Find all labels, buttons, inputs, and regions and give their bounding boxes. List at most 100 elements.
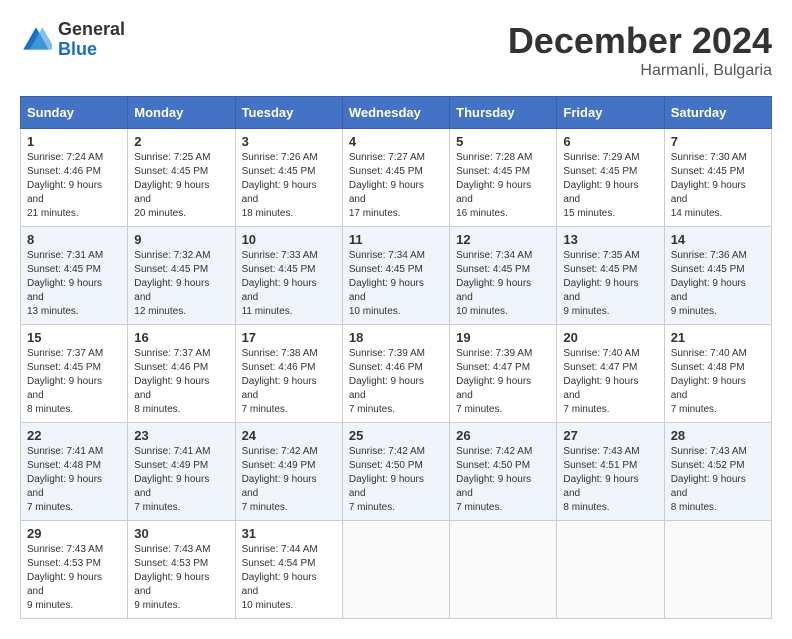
day-number: 2 — [134, 134, 228, 149]
calendar-week-row: 1 Sunrise: 7:24 AMSunset: 4:46 PMDaylight… — [21, 129, 772, 227]
calendar-cell: 6 Sunrise: 7:29 AMSunset: 4:45 PMDaylight… — [557, 129, 664, 227]
day-number: 6 — [563, 134, 657, 149]
day-info: Sunrise: 7:34 AMSunset: 4:45 PMDaylight:… — [349, 249, 443, 319]
calendar-cell: 26 Sunrise: 7:42 AMSunset: 4:50 PMDayligh… — [450, 423, 557, 521]
weekday-header: Sunday — [21, 97, 128, 129]
calendar-cell: 7Sunrise: 7:30 AMSunset: 4:45 PMDaylight… — [664, 129, 771, 227]
day-number: 4 — [349, 134, 443, 149]
location-title: Harmanli, Bulgaria — [508, 62, 772, 80]
calendar-cell: 8Sunrise: 7:31 AMSunset: 4:45 PMDaylight… — [21, 227, 128, 325]
day-info: Sunrise: 7:25 AMSunset: 4:45 PMDaylight:… — [134, 151, 228, 221]
day-number: 11 — [349, 232, 443, 247]
logo: General Blue — [20, 20, 125, 60]
calendar-cell: 31 Sunrise: 7:44 AMSunset: 4:54 PMDayligh… — [235, 521, 342, 619]
day-info: Sunrise: 7:42 AMSunset: 4:50 PMDaylight:… — [349, 445, 443, 515]
day-info: Sunrise: 7:41 AMSunset: 4:48 PMDaylight:… — [27, 445, 121, 515]
day-info: Sunrise: 7:40 AMSunset: 4:48 PMDaylight:… — [671, 347, 765, 417]
day-number: 19 — [456, 330, 550, 345]
calendar-cell: 30 Sunrise: 7:43 AMSunset: 4:53 PMDayligh… — [128, 521, 235, 619]
page-header: General Blue December 2024 Harmanli, Bul… — [20, 20, 772, 80]
calendar-cell: 4 Sunrise: 7:27 AMSunset: 4:45 PMDaylight… — [342, 129, 449, 227]
calendar-cell: 15 Sunrise: 7:37 AMSunset: 4:45 PMDayligh… — [21, 325, 128, 423]
day-number: 27 — [563, 428, 657, 443]
calendar-cell: 5 Sunrise: 7:28 AMSunset: 4:45 PMDaylight… — [450, 129, 557, 227]
calendar-cell: 2 Sunrise: 7:25 AMSunset: 4:45 PMDaylight… — [128, 129, 235, 227]
month-title: December 2024 — [508, 20, 772, 62]
calendar-cell: 28Sunrise: 7:43 AMSunset: 4:52 PMDayligh… — [664, 423, 771, 521]
logo-icon — [20, 24, 52, 56]
day-number: 12 — [456, 232, 550, 247]
day-info: Sunrise: 7:37 AMSunset: 4:45 PMDaylight:… — [27, 347, 121, 417]
calendar-week-row: 22 Sunrise: 7:41 AMSunset: 4:48 PMDayligh… — [21, 423, 772, 521]
day-number: 5 — [456, 134, 550, 149]
day-number: 7 — [671, 134, 765, 149]
calendar-cell: 24Sunrise: 7:42 AMSunset: 4:49 PMDayligh… — [235, 423, 342, 521]
day-number: 16 — [134, 330, 228, 345]
weekday-header: Friday — [557, 97, 664, 129]
calendar-cell: 25 Sunrise: 7:42 AMSunset: 4:50 PMDayligh… — [342, 423, 449, 521]
day-info: Sunrise: 7:38 AMSunset: 4:46 PMDaylight:… — [242, 347, 336, 417]
day-number: 3 — [242, 134, 336, 149]
day-info: Sunrise: 7:32 AMSunset: 4:45 PMDaylight:… — [134, 249, 228, 319]
day-number: 18 — [349, 330, 443, 345]
calendar-cell — [342, 521, 449, 619]
day-info: Sunrise: 7:43 AMSunset: 4:53 PMDaylight:… — [27, 543, 121, 613]
day-number: 1 — [27, 134, 121, 149]
day-info: Sunrise: 7:29 AMSunset: 4:45 PMDaylight:… — [563, 151, 657, 221]
day-info: Sunrise: 7:43 AMSunset: 4:51 PMDaylight:… — [563, 445, 657, 515]
calendar-week-row: 15 Sunrise: 7:37 AMSunset: 4:45 PMDayligh… — [21, 325, 772, 423]
day-info: Sunrise: 7:40 AMSunset: 4:47 PMDaylight:… — [563, 347, 657, 417]
day-info: Sunrise: 7:43 AMSunset: 4:53 PMDaylight:… — [134, 543, 228, 613]
day-info: Sunrise: 7:26 AMSunset: 4:45 PMDaylight:… — [242, 151, 336, 221]
day-number: 17 — [242, 330, 336, 345]
weekday-header: Monday — [128, 97, 235, 129]
day-info: Sunrise: 7:37 AMSunset: 4:46 PMDaylight:… — [134, 347, 228, 417]
calendar-cell: 9Sunrise: 7:32 AMSunset: 4:45 PMDaylight… — [128, 227, 235, 325]
day-info: Sunrise: 7:34 AMSunset: 4:45 PMDaylight:… — [456, 249, 550, 319]
logo-general: General — [58, 20, 125, 40]
day-number: 25 — [349, 428, 443, 443]
weekday-header: Wednesday — [342, 97, 449, 129]
day-info: Sunrise: 7:36 AMSunset: 4:45 PMDaylight:… — [671, 249, 765, 319]
weekday-header: Tuesday — [235, 97, 342, 129]
calendar-cell: 3 Sunrise: 7:26 AMSunset: 4:45 PMDaylight… — [235, 129, 342, 227]
weekday-header: Thursday — [450, 97, 557, 129]
day-number: 26 — [456, 428, 550, 443]
calendar-cell: 18 Sunrise: 7:39 AMSunset: 4:46 PMDayligh… — [342, 325, 449, 423]
day-info: Sunrise: 7:39 AMSunset: 4:46 PMDaylight:… — [349, 347, 443, 417]
calendar-week-row: 8Sunrise: 7:31 AMSunset: 4:45 PMDaylight… — [21, 227, 772, 325]
calendar-cell: 16 Sunrise: 7:37 AMSunset: 4:46 PMDayligh… — [128, 325, 235, 423]
day-info: Sunrise: 7:28 AMSunset: 4:45 PMDaylight:… — [456, 151, 550, 221]
calendar-cell: 27 Sunrise: 7:43 AMSunset: 4:51 PMDayligh… — [557, 423, 664, 521]
day-info: Sunrise: 7:42 AMSunset: 4:50 PMDaylight:… — [456, 445, 550, 515]
day-info: Sunrise: 7:27 AMSunset: 4:45 PMDaylight:… — [349, 151, 443, 221]
calendar-cell: 11 Sunrise: 7:34 AMSunset: 4:45 PMDayligh… — [342, 227, 449, 325]
logo-blue: Blue — [58, 40, 125, 60]
day-number: 10 — [242, 232, 336, 247]
calendar-cell: 17 Sunrise: 7:38 AMSunset: 4:46 PMDayligh… — [235, 325, 342, 423]
day-number: 21 — [671, 330, 765, 345]
day-number: 14 — [671, 232, 765, 247]
calendar-cell: 13 Sunrise: 7:35 AMSunset: 4:45 PMDayligh… — [557, 227, 664, 325]
day-number: 22 — [27, 428, 121, 443]
calendar-cell: 1 Sunrise: 7:24 AMSunset: 4:46 PMDaylight… — [21, 129, 128, 227]
calendar-cell: 12 Sunrise: 7:34 AMSunset: 4:45 PMDayligh… — [450, 227, 557, 325]
day-number: 30 — [134, 526, 228, 541]
day-info: Sunrise: 7:44 AMSunset: 4:54 PMDaylight:… — [242, 543, 336, 613]
logo-text: General Blue — [58, 20, 125, 60]
day-number: 23 — [134, 428, 228, 443]
day-number: 31 — [242, 526, 336, 541]
day-info: Sunrise: 7:39 AMSunset: 4:47 PMDaylight:… — [456, 347, 550, 417]
day-number: 8 — [27, 232, 121, 247]
calendar-table: SundayMondayTuesdayWednesdayThursdayFrid… — [20, 96, 772, 619]
calendar-header-row: SundayMondayTuesdayWednesdayThursdayFrid… — [21, 97, 772, 129]
day-info: Sunrise: 7:24 AMSunset: 4:46 PMDaylight:… — [27, 151, 121, 221]
day-info: Sunrise: 7:33 AMSunset: 4:45 PMDaylight:… — [242, 249, 336, 319]
day-number: 15 — [27, 330, 121, 345]
day-number: 29 — [27, 526, 121, 541]
day-info: Sunrise: 7:42 AMSunset: 4:49 PMDaylight:… — [242, 445, 336, 515]
weekday-header: Saturday — [664, 97, 771, 129]
day-number: 13 — [563, 232, 657, 247]
day-info: Sunrise: 7:35 AMSunset: 4:45 PMDaylight:… — [563, 249, 657, 319]
calendar-cell — [664, 521, 771, 619]
